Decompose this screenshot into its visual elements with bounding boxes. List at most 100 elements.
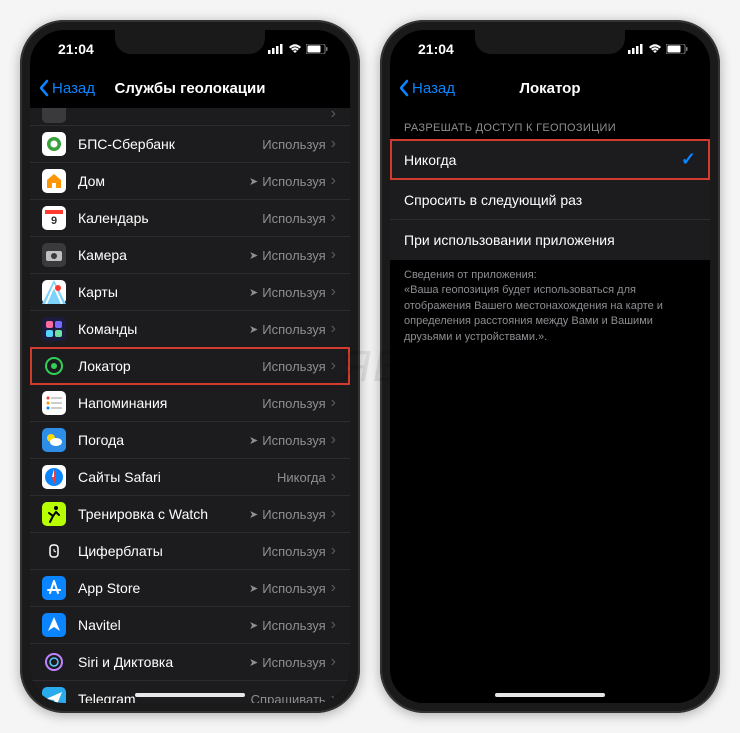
- app-icon: [42, 465, 66, 489]
- table-row[interactable]: Напоминания Используя ›: [30, 385, 350, 422]
- chevron-left-icon: [398, 79, 410, 97]
- table-row[interactable]: Команды ➤ Используя ›: [30, 311, 350, 348]
- app-list-content[interactable]: › БПС-Сбербанк Используя › Дом ➤ Использ…: [30, 108, 350, 703]
- table-row[interactable]: Циферблаты Используя ›: [30, 533, 350, 570]
- app-icon: [42, 132, 66, 156]
- nav-bar: Назад Службы геолокации: [30, 68, 350, 108]
- chevron-right-icon: ›: [331, 108, 336, 123]
- app-name: БПС-Сбербанк: [78, 136, 262, 152]
- app-name: Сайты Safari: [78, 469, 277, 485]
- app-icon: [42, 243, 66, 267]
- app-name: Siri и Диктовка: [78, 654, 249, 670]
- app-icon: [42, 576, 66, 600]
- app-icon: [42, 280, 66, 304]
- chevron-right-icon: ›: [331, 505, 336, 523]
- app-status: ➤ Используя: [249, 174, 326, 189]
- home-indicator[interactable]: [135, 693, 245, 697]
- app-name: Камера: [78, 247, 249, 263]
- location-arrow-icon: ➤: [249, 323, 258, 336]
- app-status: ➤ Используя: [249, 285, 326, 300]
- chevron-right-icon: ›: [331, 320, 336, 338]
- app-name: Календарь: [78, 210, 262, 226]
- app-status: ➤ Используя: [249, 507, 326, 522]
- table-row[interactable]: Siri и Диктовка ➤ Используя ›: [30, 644, 350, 681]
- location-arrow-icon: ➤: [249, 175, 258, 188]
- app-status: ➤ Используя: [249, 433, 326, 448]
- notch: [115, 30, 265, 54]
- table-row[interactable]: Telegram Спрашивать ›: [30, 681, 350, 703]
- app-name: Карты: [78, 284, 249, 300]
- battery-icon: [306, 44, 328, 54]
- chevron-right-icon: ›: [331, 135, 336, 153]
- table-row-partial[interactable]: ›: [30, 108, 350, 126]
- app-icon: [42, 650, 66, 674]
- chevron-right-icon: ›: [331, 653, 336, 671]
- option-row[interactable]: При использовании приложения: [390, 220, 710, 260]
- footer-text: Сведения от приложения: «Ваша геопозиция…: [390, 260, 710, 353]
- options-content[interactable]: РАЗРЕШАТЬ ДОСТУП К ГЕОПОЗИЦИИ Никогда ✓ …: [390, 108, 710, 703]
- app-status: Используя: [262, 137, 325, 152]
- option-row[interactable]: Спросить в следующий раз: [390, 180, 710, 220]
- location-arrow-icon: ➤: [249, 249, 258, 262]
- app-status: Спрашивать: [251, 692, 326, 704]
- home-indicator[interactable]: [495, 693, 605, 697]
- footer-body: «Ваша геопозиция будет использоваться дл…: [404, 283, 696, 345]
- wifi-icon: [648, 44, 662, 54]
- footer-title: Сведения от приложения:: [404, 268, 696, 283]
- app-status: Никогда: [277, 470, 326, 485]
- option-label: Спросить в следующий раз: [404, 192, 582, 208]
- app-icon: [42, 317, 66, 341]
- app-name: Напоминания: [78, 395, 262, 411]
- back-button[interactable]: Назад: [38, 79, 95, 97]
- app-icon: [42, 687, 66, 703]
- app-status: ➤ Используя: [249, 322, 326, 337]
- table-row[interactable]: App Store ➤ Используя ›: [30, 570, 350, 607]
- app-name: Команды: [78, 321, 249, 337]
- app-name: Погода: [78, 432, 249, 448]
- app-icon: [42, 502, 66, 526]
- option-row[interactable]: Никогда ✓: [390, 140, 710, 180]
- app-name: Тренировка с Watch: [78, 506, 249, 522]
- table-row[interactable]: Погода ➤ Используя ›: [30, 422, 350, 459]
- screen-right: 21:04 Назад Локатор РАЗРЕШАТЬ ДОСТУП К Г…: [390, 30, 710, 703]
- status-indicators: [268, 44, 328, 54]
- location-arrow-icon: ➤: [249, 619, 258, 632]
- table-row[interactable]: БПС-Сбербанк Используя ›: [30, 126, 350, 163]
- table-row[interactable]: 9 Календарь Используя ›: [30, 200, 350, 237]
- chevron-right-icon: ›: [331, 542, 336, 560]
- table-row[interactable]: Тренировка с Watch ➤ Используя ›: [30, 496, 350, 533]
- app-name: Navitel: [78, 617, 249, 633]
- chevron-right-icon: ›: [331, 579, 336, 597]
- check-icon: ✓: [681, 149, 696, 170]
- location-arrow-icon: ➤: [249, 508, 258, 521]
- phone-left: 21:04 Назад Службы геолокации › БПС-Сбер…: [20, 20, 360, 713]
- app-name: Дом: [78, 173, 249, 189]
- app-status: ➤ Используя: [249, 618, 326, 633]
- table-row[interactable]: Дом ➤ Используя ›: [30, 163, 350, 200]
- chevron-right-icon: ›: [331, 690, 336, 703]
- app-name: Циферблаты: [78, 543, 262, 559]
- app-status: ➤ Используя: [249, 248, 326, 263]
- table-row[interactable]: Карты ➤ Используя ›: [30, 274, 350, 311]
- chevron-right-icon: ›: [331, 172, 336, 190]
- status-time: 21:04: [58, 41, 94, 57]
- table-row[interactable]: Сайты Safari Никогда ›: [30, 459, 350, 496]
- chevron-right-icon: ›: [331, 468, 336, 486]
- app-status: Используя: [262, 211, 325, 226]
- phone-right: 21:04 Назад Локатор РАЗРЕШАТЬ ДОСТУП К Г…: [380, 20, 720, 713]
- location-arrow-icon: ➤: [249, 656, 258, 669]
- option-label: Никогда: [404, 152, 456, 168]
- chevron-right-icon: ›: [331, 283, 336, 301]
- location-arrow-icon: ➤: [249, 286, 258, 299]
- location-arrow-icon: ➤: [249, 582, 258, 595]
- back-button[interactable]: Назад: [398, 79, 455, 97]
- back-label: Назад: [52, 80, 95, 97]
- app-icon: [42, 613, 66, 637]
- signal-icon: [268, 44, 284, 54]
- table-row[interactable]: Камера ➤ Используя ›: [30, 237, 350, 274]
- chevron-right-icon: ›: [331, 431, 336, 449]
- screen-left: 21:04 Назад Службы геолокации › БПС-Сбер…: [30, 30, 350, 703]
- chevron-right-icon: ›: [331, 394, 336, 412]
- table-row[interactable]: Navitel ➤ Используя ›: [30, 607, 350, 644]
- table-row[interactable]: Локатор Используя ›: [30, 348, 350, 385]
